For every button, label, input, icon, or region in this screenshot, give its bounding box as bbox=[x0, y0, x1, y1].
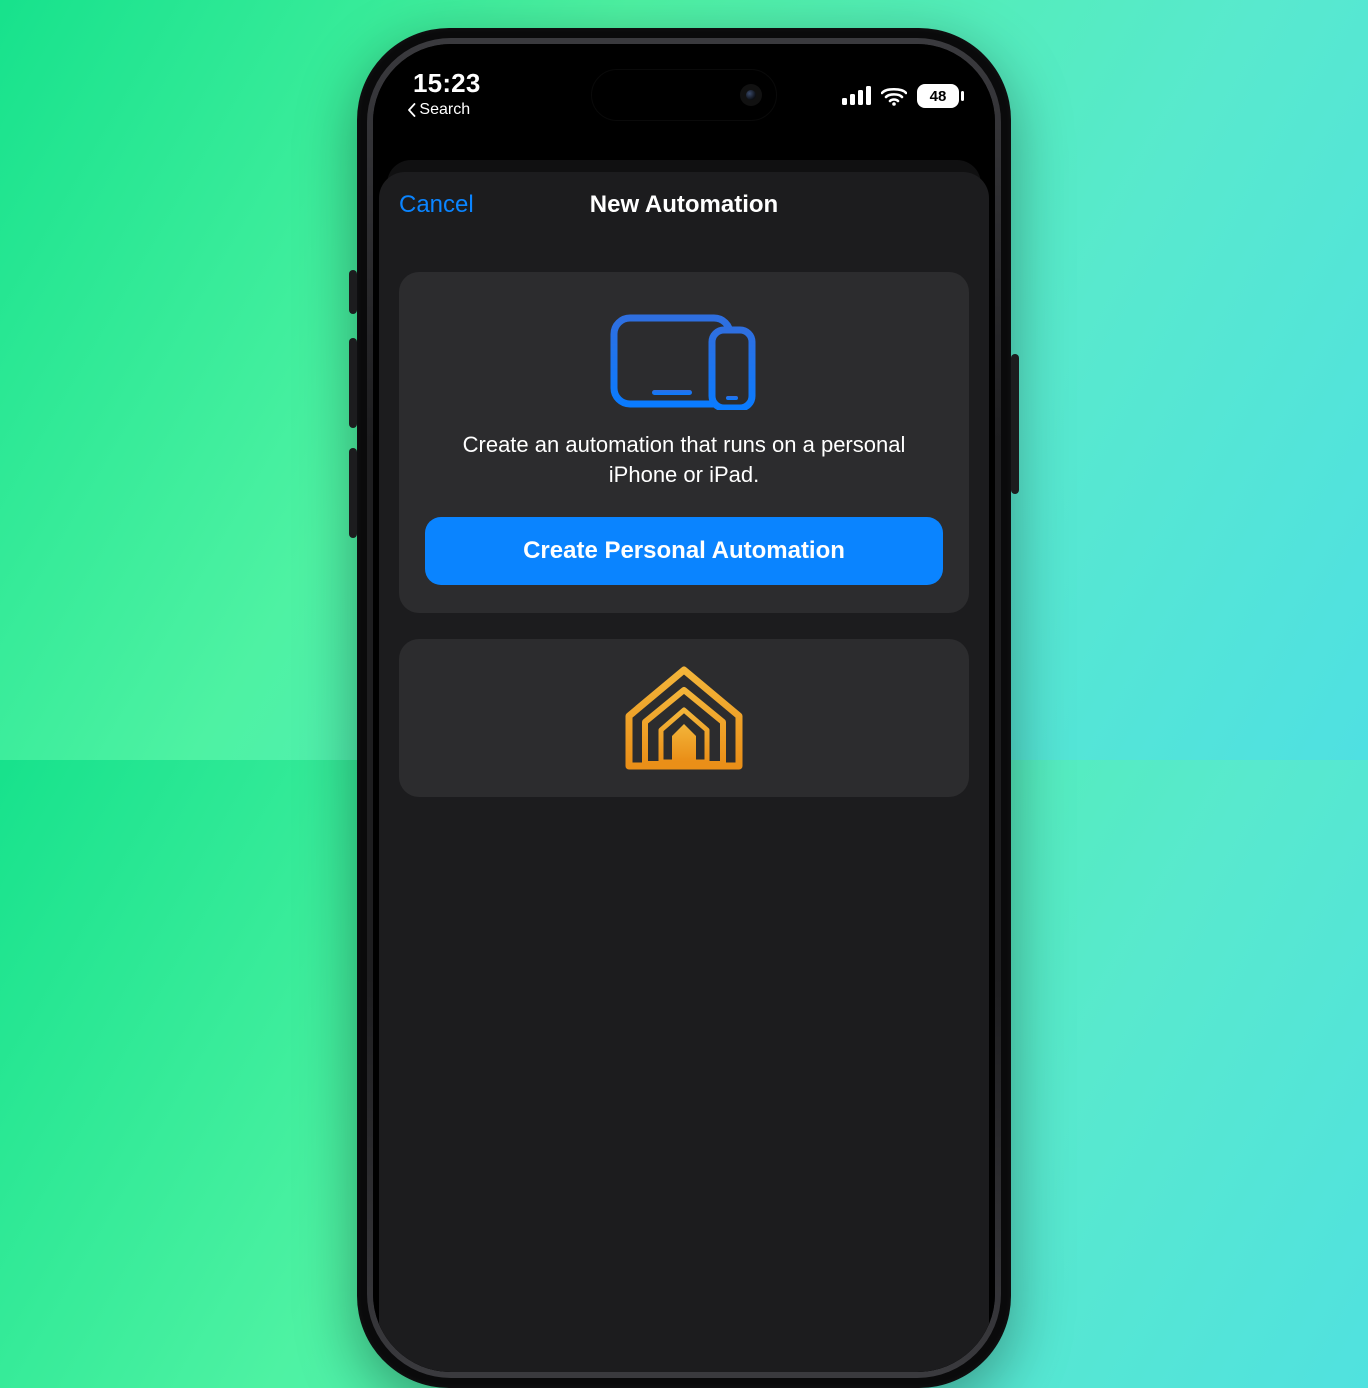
breadcrumb-back[interactable]: Search bbox=[407, 101, 470, 119]
chevron-left-icon bbox=[407, 103, 417, 117]
device: 15:23 Search bbox=[357, 28, 1011, 1388]
volume-up-button bbox=[349, 338, 357, 428]
personal-automation-card: Create an automation that runs on a pers… bbox=[399, 272, 969, 613]
sheet-title: New Automation bbox=[590, 191, 778, 219]
device-bezel: 15:23 Search bbox=[367, 38, 1001, 1378]
volume-down-button bbox=[349, 448, 357, 538]
home-icon bbox=[619, 669, 749, 769]
home-automation-card bbox=[399, 639, 969, 797]
status-time: 15:23 bbox=[413, 68, 481, 99]
device-frame: 15:23 Search bbox=[357, 28, 1011, 1388]
mute-switch bbox=[349, 270, 357, 314]
sheet-content: Create an automation that runs on a pers… bbox=[379, 238, 989, 797]
front-camera-icon bbox=[740, 84, 762, 106]
create-personal-automation-button[interactable]: Create Personal Automation bbox=[425, 517, 943, 585]
cancel-button[interactable]: Cancel bbox=[399, 172, 474, 238]
breadcrumb-label: Search bbox=[419, 101, 470, 119]
devices-icon bbox=[604, 310, 764, 410]
sheet-header: Cancel New Automation bbox=[379, 172, 989, 238]
screen-body: Cancel New Automation bbox=[373, 44, 995, 1372]
device-screen: 15:23 Search bbox=[373, 44, 995, 1372]
new-automation-sheet: Cancel New Automation bbox=[379, 172, 989, 1372]
personal-automation-description: Create an automation that runs on a pers… bbox=[449, 430, 919, 489]
dynamic-island bbox=[592, 70, 776, 120]
side-button bbox=[1011, 354, 1019, 494]
